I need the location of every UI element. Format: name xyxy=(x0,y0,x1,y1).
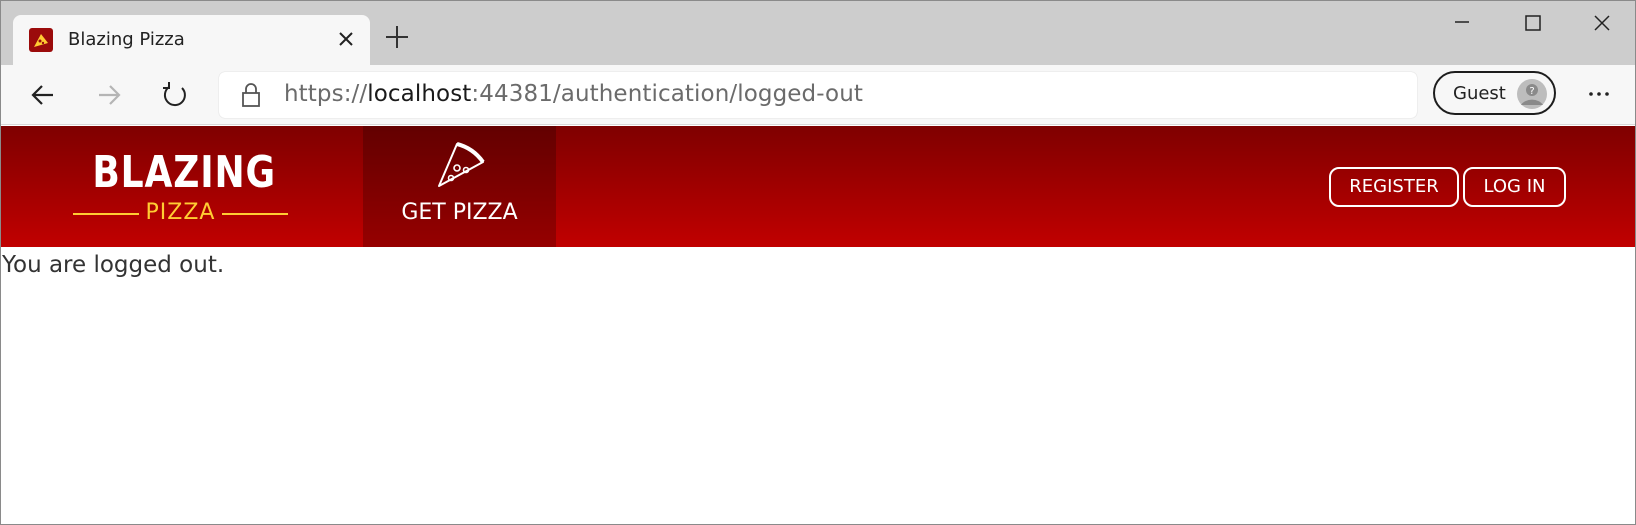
logo-wordmark-top: BLAZING xyxy=(92,147,276,198)
forward-arrow-icon[interactable] xyxy=(91,77,127,113)
url-scheme: https:// xyxy=(284,81,368,107)
more-options-icon[interactable] xyxy=(1581,79,1617,109)
minimize-icon[interactable] xyxy=(1439,9,1485,39)
url-text[interactable]: https://localhost:44381/authentication/l… xyxy=(284,81,863,107)
logged-out-message: You are logged out. xyxy=(2,252,225,278)
pizza-slice-icon xyxy=(433,140,487,190)
address-bar[interactable]: https://localhost:44381/authentication/l… xyxy=(219,72,1417,118)
profile-button[interactable]: Guest ? xyxy=(1433,71,1556,115)
close-window-icon[interactable] xyxy=(1579,9,1625,39)
login-button[interactable]: LOG IN xyxy=(1463,167,1566,207)
svg-text:?: ? xyxy=(1529,86,1534,97)
close-tab-icon[interactable] xyxy=(334,27,358,51)
lock-icon[interactable] xyxy=(239,82,263,108)
logo-wordmark-bottom: PIZZA xyxy=(73,200,288,226)
nav-get-pizza[interactable]: GET PIZZA xyxy=(363,126,556,247)
tab-title: Blazing Pizza xyxy=(68,29,185,50)
guest-avatar-icon: ? xyxy=(1516,78,1548,110)
refresh-icon[interactable] xyxy=(157,77,193,113)
browser-window: Blazing Pizza https://localhost:44381/au… xyxy=(0,0,1636,525)
browser-toolbar: https://localhost:44381/authentication/l… xyxy=(1,65,1635,125)
profile-label: Guest xyxy=(1453,83,1506,104)
blazing-pizza-logo[interactable]: BLAZING PIZZA xyxy=(73,148,288,228)
nav-get-pizza-label: GET PIZZA xyxy=(401,200,518,225)
site-header: BLAZING PIZZA GET PIZZA REGISTER LOG IN xyxy=(1,126,1635,247)
new-tab-icon[interactable] xyxy=(383,23,411,51)
pizza-favicon-icon xyxy=(29,28,53,52)
register-button[interactable]: REGISTER xyxy=(1329,167,1459,207)
browser-tab[interactable]: Blazing Pizza xyxy=(13,15,370,65)
logo-pizza-text: PIZZA xyxy=(145,200,216,225)
tab-strip: Blazing Pizza xyxy=(1,1,1635,65)
back-arrow-icon[interactable] xyxy=(25,77,61,113)
maximize-icon[interactable] xyxy=(1510,9,1556,39)
url-host: localhost xyxy=(367,81,472,107)
url-path: :44381/authentication/logged-out xyxy=(471,81,864,107)
